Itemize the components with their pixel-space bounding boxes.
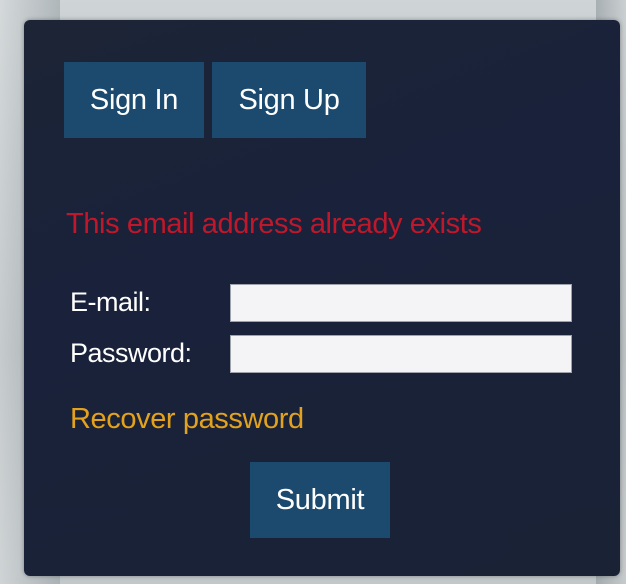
tab-sign-in[interactable]: Sign In xyxy=(64,62,204,138)
recover-password-link[interactable]: Recover password xyxy=(70,403,304,436)
auth-panel: Sign In Sign Up This email address alrea… xyxy=(24,20,620,576)
email-field[interactable] xyxy=(230,284,572,322)
email-label: E-mail: xyxy=(70,287,151,317)
password-field[interactable] xyxy=(230,335,572,373)
tab-sign-up[interactable]: Sign Up xyxy=(212,62,366,138)
error-message: This email address already exists xyxy=(66,208,482,240)
password-label: Password: xyxy=(70,338,192,368)
submit-button[interactable]: Submit xyxy=(250,462,390,538)
